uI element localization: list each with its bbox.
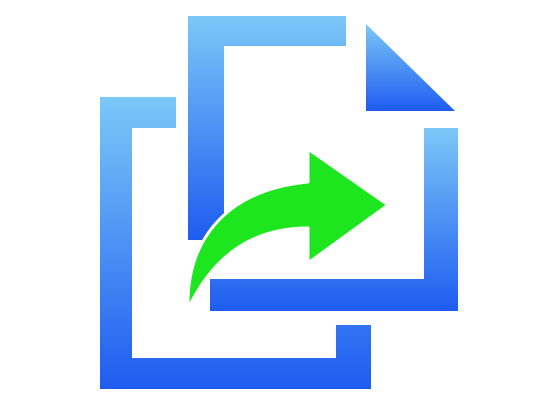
icon-canvas bbox=[0, 0, 560, 420]
copy-export-icon bbox=[100, 16, 458, 389]
page-corner-fold-icon bbox=[366, 24, 455, 111]
